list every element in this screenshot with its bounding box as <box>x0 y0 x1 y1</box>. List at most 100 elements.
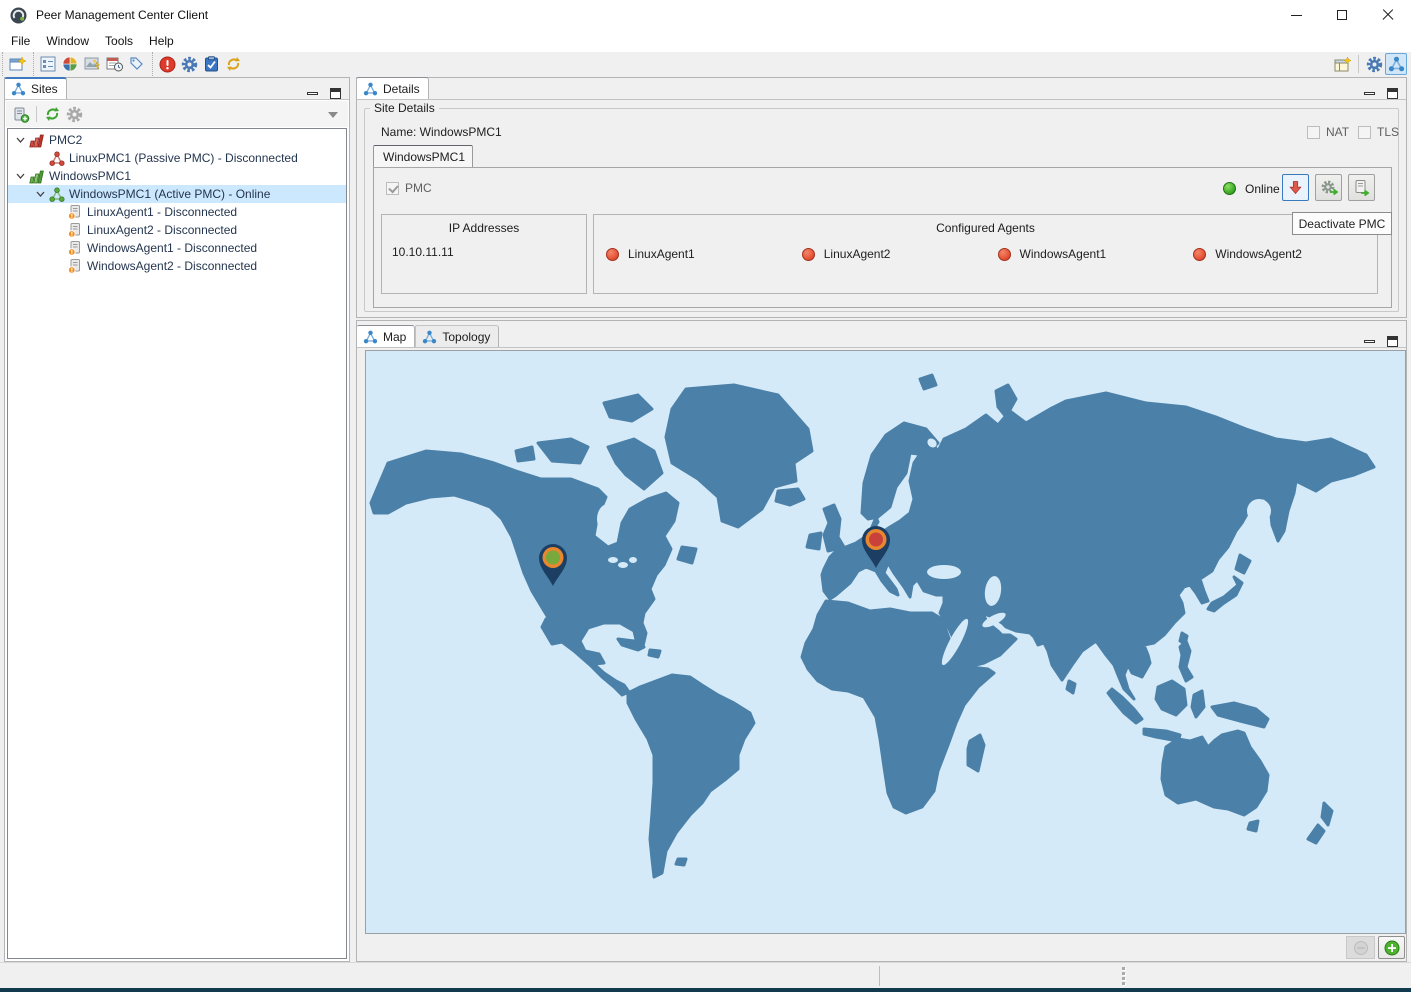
status-grip[interactable] <box>1122 977 1125 980</box>
world-map-canvas[interactable] <box>365 350 1406 934</box>
tree-item-linuxagent1[interactable]: LinuxAgent1 - Disconnected <box>8 203 346 221</box>
tab-map[interactable]: Map <box>357 325 415 347</box>
chevron-down-icon[interactable] <box>32 191 48 197</box>
new-configuration-button[interactable] <box>6 53 28 75</box>
tab-sites[interactable]: Sites <box>5 77 67 99</box>
tree-item-windowsagent1[interactable]: WindowsAgent1 - Disconnected <box>8 239 346 257</box>
tab-windowspmc1[interactable]: WindowsPMC1 <box>373 145 473 168</box>
gear-icon <box>1366 56 1383 73</box>
refresh-sites-button[interactable] <box>41 103 63 125</box>
tree-item-label: WindowsAgent2 - Disconnected <box>87 259 257 273</box>
tag-icon <box>128 56 144 72</box>
tab-map-label: Map <box>383 330 406 344</box>
configured-agents-title: Configured Agents <box>594 221 1377 235</box>
add-site-icon <box>13 106 30 123</box>
rich-reports-button[interactable] <box>81 53 103 75</box>
alerts-button[interactable] <box>156 53 178 75</box>
network-triangle-icon <box>363 330 378 344</box>
pie-globe-icon <box>62 56 78 72</box>
network-perspective-button[interactable] <box>1385 53 1407 75</box>
tab-sites-label: Sites <box>31 82 58 96</box>
tree-item-windowspmc1-site[interactable]: WindowsPMC1 <box>8 167 346 185</box>
tree-item-label: LinuxAgent1 - Disconnected <box>87 205 237 219</box>
map-tabbar: Map Topology <box>357 321 1406 348</box>
sites-toolbar <box>6 101 348 127</box>
preferences-button[interactable] <box>178 53 200 75</box>
map-zoom-out-button[interactable] <box>1346 936 1375 959</box>
maximize-button[interactable] <box>1319 0 1365 30</box>
chevron-down-icon[interactable] <box>12 173 28 179</box>
window-title: Peer Management Center Client <box>36 8 208 22</box>
tooltip-text: Deactivate PMC <box>1299 217 1386 231</box>
sites-settings-button[interactable] <box>63 103 85 125</box>
panel-minimize-icon[interactable] <box>307 92 318 95</box>
perspective-settings-button[interactable] <box>1363 53 1385 75</box>
menu-file[interactable]: File <box>3 30 38 52</box>
view-menu-button[interactable] <box>328 107 338 121</box>
details-tabbar: Details <box>357 78 1406 100</box>
tls-checkbox[interactable] <box>1358 126 1371 139</box>
dashboard-button[interactable] <box>59 53 81 75</box>
status-grip[interactable] <box>1122 967 1125 970</box>
pmc-network-red-icon <box>48 151 66 166</box>
pmc-settings-button[interactable] <box>1315 174 1342 201</box>
perspective-icon <box>1334 56 1352 73</box>
pmc-checkbox-row: PMC <box>386 181 432 195</box>
clipboard-check-icon <box>204 56 219 72</box>
tags-button[interactable] <box>125 53 147 75</box>
network-triangle-icon <box>11 82 26 96</box>
panel-maximize-icon[interactable] <box>1387 336 1398 347</box>
agent-summary-button[interactable] <box>37 53 59 75</box>
status-grip[interactable] <box>1122 982 1125 985</box>
tab-topology[interactable]: Topology <box>415 325 499 347</box>
tree-item-linuxpmc1[interactable]: LinuxPMC1 (Passive PMC) - Disconnected <box>8 149 346 167</box>
network-triangle-icon <box>1388 56 1405 72</box>
refresh-icon <box>44 106 61 122</box>
tree-item-label: LinuxPMC1 (Passive PMC) - Disconnected <box>69 151 298 165</box>
panel-minimize-icon[interactable] <box>1364 92 1375 95</box>
agent-label: WindowsAgent2 <box>1215 247 1302 261</box>
app-window: { "window": { "title": "Peer Management … <box>0 0 1411 992</box>
jobs-button[interactable] <box>200 53 222 75</box>
close-button[interactable] <box>1365 0 1411 30</box>
zoom-out-icon <box>1353 940 1369 956</box>
panel-maximize-icon[interactable] <box>1387 88 1398 99</box>
menu-help[interactable]: Help <box>141 30 182 52</box>
menu-window[interactable]: Window <box>38 30 97 52</box>
pmc-checkbox[interactable] <box>386 182 399 195</box>
status-grip[interactable] <box>1122 972 1125 975</box>
panel-minimize-icon[interactable] <box>1364 340 1375 343</box>
sites-tabbar: Sites <box>5 78 349 100</box>
online-status-label: Online <box>1245 182 1280 196</box>
menu-tools[interactable]: Tools <box>97 30 141 52</box>
ip-addresses-title: IP Addresses <box>382 221 586 235</box>
status-bar <box>0 962 1411 988</box>
minimize-button[interactable] <box>1273 0 1319 30</box>
zoom-in-icon <box>1384 940 1400 956</box>
sync-button[interactable] <box>222 53 244 75</box>
tab-details[interactable]: Details <box>357 77 429 99</box>
tree-item-linuxagent2[interactable]: LinuxAgent2 - Disconnected <box>8 221 346 239</box>
main-toolbar <box>0 52 1411 76</box>
chevron-down-icon[interactable] <box>12 137 28 143</box>
add-site-button[interactable] <box>10 103 32 125</box>
schedule-button[interactable] <box>103 53 125 75</box>
tree-item-pmc2[interactable]: PMC2 <box>8 131 346 149</box>
open-perspective-button[interactable] <box>1332 53 1354 75</box>
menu-bar: File Window Tools Help <box>0 30 1411 52</box>
map-zoom-in-button[interactable] <box>1378 936 1405 959</box>
chevron-down-icon <box>328 112 338 118</box>
online-status-dot <box>1223 182 1236 195</box>
nat-checkbox[interactable] <box>1307 126 1320 139</box>
tree-item-label: WindowsAgent1 - Disconnected <box>87 241 257 255</box>
report-image-icon <box>84 56 101 72</box>
deactivate-pmc-button[interactable] <box>1282 174 1309 201</box>
panel-maximize-icon[interactable] <box>330 88 341 99</box>
export-pmc-button[interactable] <box>1348 174 1375 201</box>
sites-tree: PMC2 LinuxPMC1 (Passive PMC) - Disconnec… <box>7 128 347 959</box>
tree-item-windowspmc1-active[interactable]: WindowsPMC1 (Active PMC) - Online <box>8 185 346 203</box>
agent-item: WindowsAgent1 <box>986 247 1182 261</box>
pmc-network-green-icon <box>48 187 66 202</box>
ip-address-value: 10.10.11.11 <box>392 245 454 259</box>
tree-item-windowsagent2[interactable]: WindowsAgent2 - Disconnected <box>8 257 346 275</box>
